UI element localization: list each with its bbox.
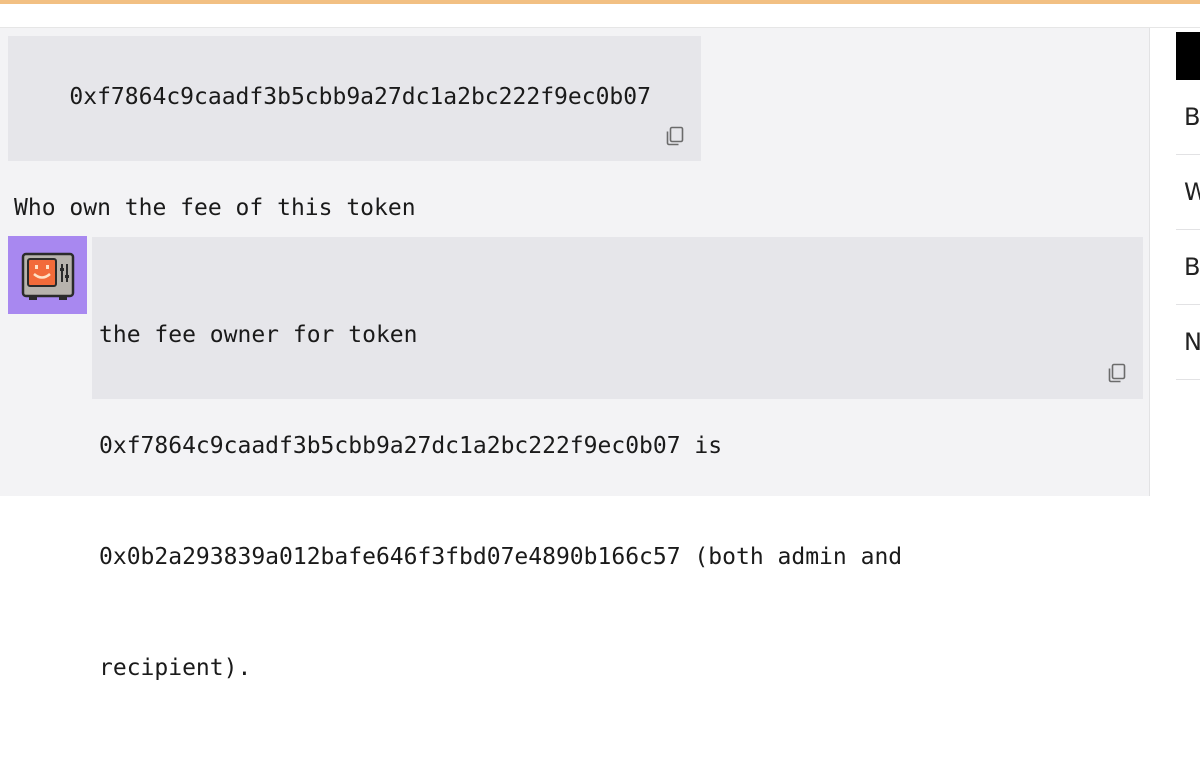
bot-message-line: recipient). [99,655,252,681]
user-message-question: Who own the fee of this token [14,195,416,221]
side-panel-item[interactable]: W [1176,155,1200,230]
copy-icon [666,126,684,146]
copy-user-message-button[interactable] [664,125,686,147]
user-message-bubble: 0xf7864c9caadf3b5cbb9a27dc1a2bc222f9ec0b… [8,36,701,221]
robot-avatar-icon [21,252,74,300]
side-panel-item-label: N [1184,328,1200,356]
bot-message-line: 0x0b2a293839a012bafe646f3fbd07e4890b166c… [99,544,903,570]
chat-panel: 0xf7864c9caadf3b5cbb9a27dc1a2bc222f9ec0b… [0,28,1150,681]
side-panel-item[interactable]: N [1176,305,1200,380]
side-panel-item[interactable]: B [1176,230,1200,305]
bot-message-line: 0xf7864c9caadf3b5cbb9a27dc1a2bc222f9ec0b… [99,433,723,459]
user-message-address: 0xf7864c9caadf3b5cbb9a27dc1a2bc222f9ec0b… [69,84,651,110]
side-panel-header [1176,32,1200,80]
bot-avatar [8,236,87,314]
bot-message-bubble: the fee owner for token 0xf7864c9caadf3b… [92,237,1143,681]
bot-message-line: the fee owner for token [99,322,418,348]
side-panel-item-label: B [1184,103,1200,131]
copy-bot-message-button[interactable] [1106,362,1128,384]
side-panel-item[interactable]: B [1176,80,1200,155]
side-panel-item-label: B [1184,253,1200,281]
side-panel: B W B N [1176,28,1200,496]
side-panel-item-label: W [1184,178,1200,206]
copy-icon [1108,363,1126,383]
top-accent-bar [0,0,1200,4]
